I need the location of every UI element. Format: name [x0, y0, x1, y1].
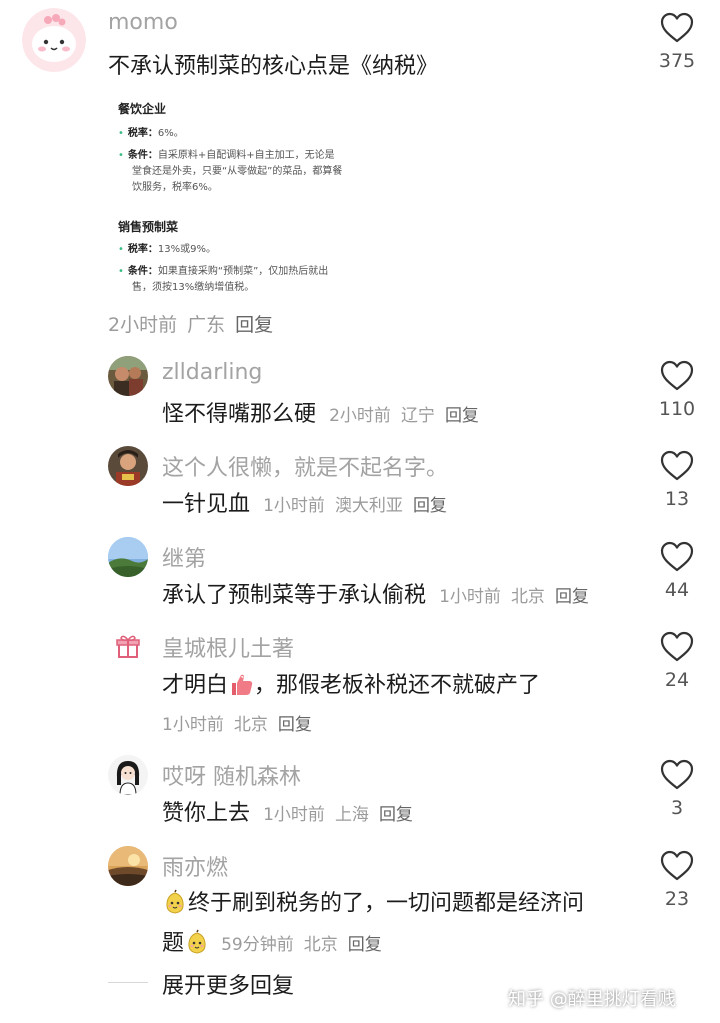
reply-button[interactable]: 回复 [278, 715, 312, 735]
avatar[interactable] [108, 846, 148, 886]
like-count: 24 [664, 669, 690, 691]
like-count: 375 [658, 50, 696, 72]
like-count: 3 [670, 797, 684, 819]
heart-icon[interactable] [660, 631, 694, 663]
gift-icon [116, 635, 140, 658]
reply-location: 澳大利亚 [334, 496, 403, 516]
reply-body: 承认了预制菜等于承认偷税 1小时前 北京 回复 [162, 577, 599, 609]
reply-button[interactable]: 回复 [235, 314, 273, 336]
reply-location: 辽宁 [400, 406, 435, 426]
embed-list-item-cont: 售，须按13%缴纳增值税。 [132, 282, 255, 293]
embedded-image[interactable]: 餐饮企业 • 税率：6%。 • 条件：自采原料+自配调料+自主加工，无论是 堂食还是… [108, 92, 393, 302]
reply-location: 北京 [510, 587, 545, 607]
reply-time: 1小时前 [263, 805, 325, 825]
watermark: 知乎 @醉里挑灯看贱 [508, 989, 676, 1010]
embed-list-item-cont: 饮服务，税率6%。 [132, 182, 218, 193]
reply-location: 北京 [233, 715, 268, 735]
heart-icon[interactable] [660, 759, 694, 791]
divider [108, 982, 148, 983]
heart-icon[interactable] [660, 541, 694, 573]
avatar[interactable] [22, 8, 86, 72]
embed-list-item: • 税率：13%或9%。 [118, 244, 216, 255]
thumbs-up-emoji [232, 674, 253, 695]
reply-button[interactable]: 回复 [379, 805, 413, 825]
reply-button[interactable]: 回复 [445, 406, 479, 426]
reply-body: 赞你上去 1小时前 上海 回复 [162, 795, 423, 827]
reply-text: 怪不得嘴那么硬 [162, 402, 317, 427]
reply-body: 怪不得嘴那么硬 2小时前 辽宁 回复 [162, 396, 489, 428]
avatar[interactable] [108, 755, 148, 795]
heart-icon[interactable] [660, 360, 694, 392]
reply-button[interactable]: 回复 [555, 587, 589, 607]
comment-text: 不承认预制菜的核心点是《纳税》 [108, 54, 439, 79]
heart-icon[interactable] [660, 850, 694, 882]
reply-username[interactable]: 哎呀 随机森林 [162, 759, 301, 791]
avatar[interactable] [108, 446, 148, 486]
heart-icon[interactable] [660, 450, 694, 482]
like-count: 110 [658, 398, 696, 420]
reply-time: 2小时前 [329, 406, 391, 426]
heart-icon[interactable] [660, 12, 694, 44]
reply-username[interactable]: zlldarling [162, 360, 262, 385]
reply-text: 赞你上去 [162, 801, 251, 826]
embed-list-item: • 税率：6%。 [118, 128, 184, 139]
like-count: 13 [664, 488, 690, 510]
reply-location: 上海 [334, 805, 369, 825]
comment-time: 2小时前 [108, 314, 178, 336]
embed-section-title: 餐饮企业 [118, 102, 167, 116]
reply-username[interactable]: 继第 [162, 541, 206, 573]
reply-time: 1小时前 [263, 496, 325, 516]
reply-location: 北京 [303, 935, 338, 955]
comment-location: 广东 [187, 314, 226, 336]
reply-meta: 1小时前 北京 回复 [162, 710, 322, 735]
reply-username[interactable]: 皇城根儿土著 [162, 631, 294, 663]
reply-text: 承认了预制菜等于承认偷税 [162, 583, 427, 608]
reply-text: 终于刷到税务的了，一切问题都是经济问 [162, 885, 584, 917]
reply-body: 一针见血 1小时前 澳大利亚 回复 [162, 486, 457, 518]
reply-time: 1小时前 [439, 587, 501, 607]
like-count: 44 [664, 579, 690, 601]
comment-username[interactable]: momo [108, 10, 178, 35]
embed-section-title: 销售预制菜 [118, 220, 179, 234]
reply-username[interactable]: 这个人很懒，就是不起名字。 [162, 450, 448, 482]
avatar[interactable] [108, 537, 148, 577]
reply-body: 题 59分钟前 北京 回复 [162, 929, 382, 956]
reply-time: 1小时前 [162, 715, 224, 735]
reply-time: 59分钟前 [221, 935, 294, 955]
reply-button[interactable]: 回复 [413, 496, 447, 516]
embed-list-item-cont: 堂食还是外卖，只要“从零做起”的菜品，都算餐 [132, 166, 343, 177]
avatar[interactable] [108, 356, 148, 396]
reply-text: 才明白 ，那假老板补税还不就破产了 [162, 673, 541, 698]
avatar[interactable] [108, 627, 148, 667]
reply-username[interactable]: 雨亦燃 [162, 850, 228, 882]
reply-button[interactable]: 回复 [348, 935, 382, 955]
pear-emoji [188, 929, 206, 954]
comment-meta: 2小时前 广东 回复 [108, 310, 283, 337]
pear-emoji [166, 889, 184, 914]
expand-more-replies-button[interactable]: 展开更多回复 [162, 968, 294, 1000]
embed-list-item: • 条件：如果直接采购“预制菜”，仅加热后就出 [118, 266, 329, 277]
embed-list-item: • 条件：自采原料+自配调料+自主加工，无论是 [118, 150, 335, 161]
like-count: 23 [664, 888, 690, 910]
reply-text: 一针见血 [162, 492, 251, 517]
